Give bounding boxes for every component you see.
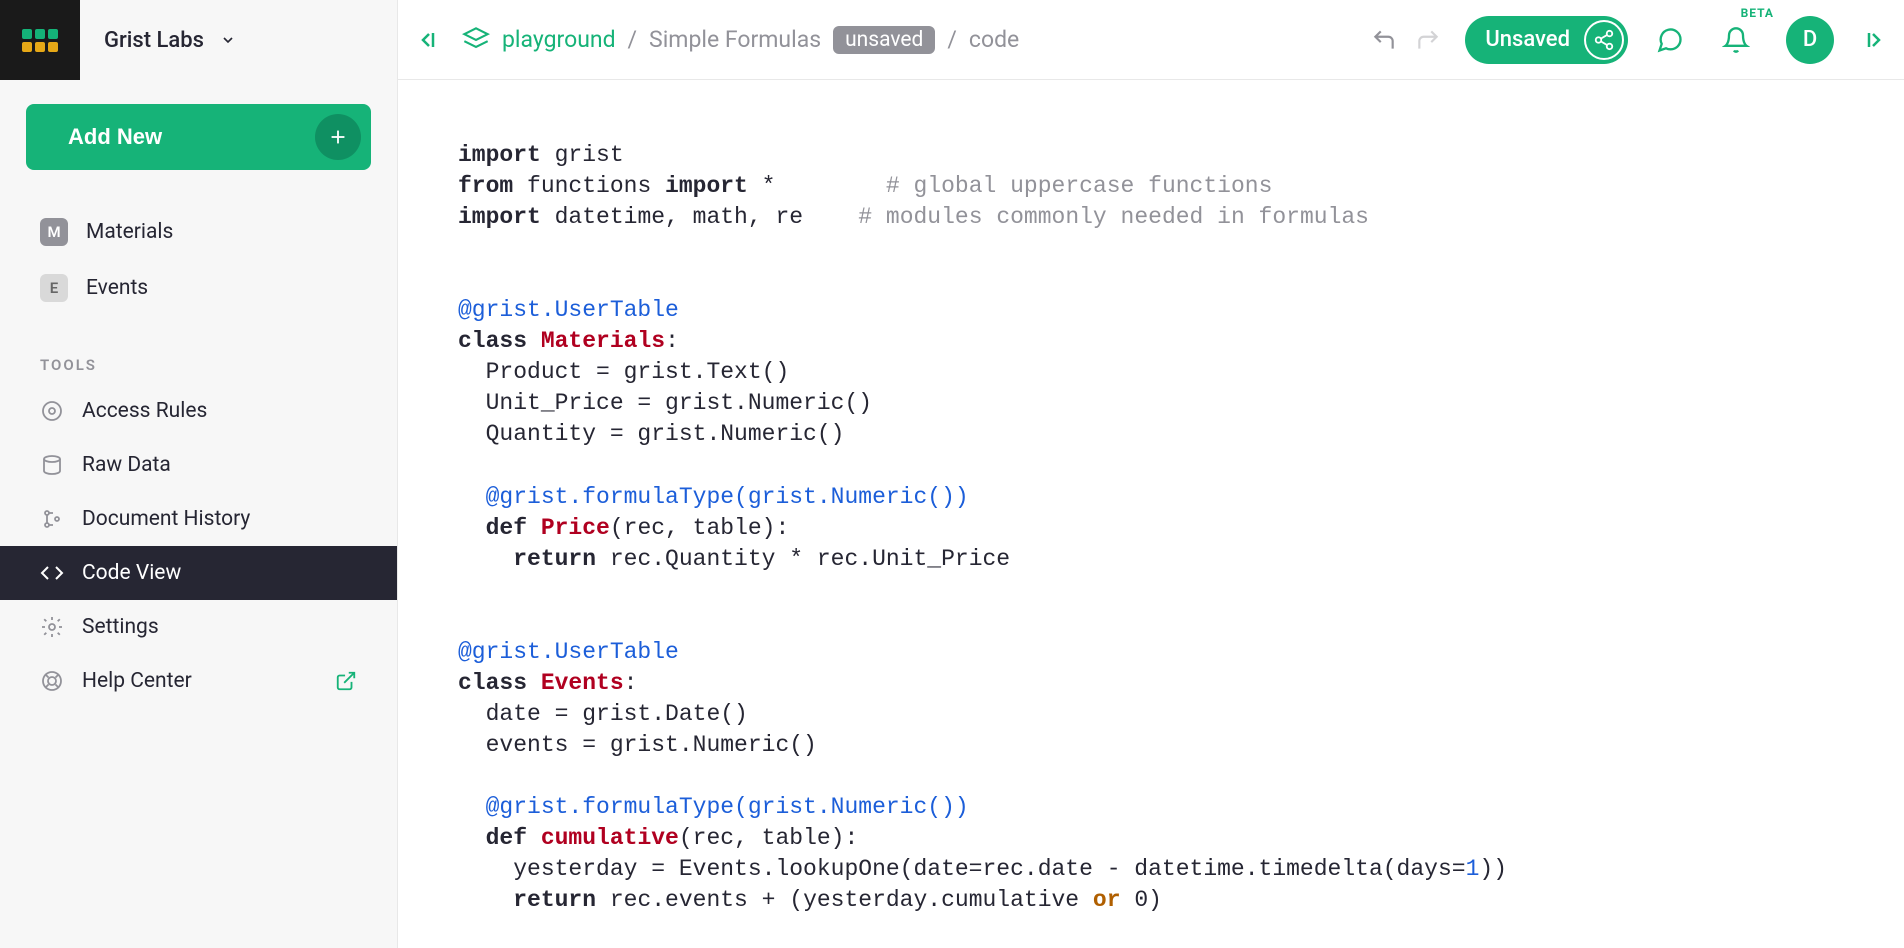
breadcrumb: playground / Simple Formulas unsaved / c… [462, 26, 1347, 54]
tool-raw-data[interactable]: Raw Data [0, 438, 397, 492]
tool-label: Document History [82, 507, 250, 531]
breadcrumb-page: code [969, 26, 1019, 53]
eye-icon [40, 399, 64, 423]
layers-icon [462, 26, 490, 54]
unsaved-share-pill[interactable]: Unsaved [1465, 16, 1628, 64]
tool-label: Help Center [82, 669, 192, 693]
database-icon [40, 453, 64, 477]
sidebar-header: Grist Labs [0, 0, 397, 80]
plus-icon [315, 114, 361, 160]
tool-label: Settings [82, 615, 159, 639]
add-new-button[interactable]: Add New [26, 104, 371, 170]
page-badge: E [40, 274, 68, 302]
tool-code-view[interactable]: Code View [0, 546, 397, 600]
app-logo[interactable] [0, 0, 80, 80]
share-icon [1584, 20, 1624, 60]
tools-header: TOOLS [0, 326, 397, 384]
tool-settings[interactable]: Settings [0, 600, 397, 654]
sidebar-page-materials[interactable]: M Materials [0, 204, 397, 260]
page-label: Materials [86, 220, 173, 244]
code-view-content: import grist from functions import * # g… [398, 80, 1904, 948]
avatar-initial: D [1803, 27, 1817, 52]
bell-icon [1722, 26, 1750, 54]
page-badge: M [40, 218, 68, 246]
breadcrumb-sep: / [947, 26, 957, 53]
breadcrumb-workspace[interactable]: playground [502, 26, 616, 53]
external-link-icon [335, 670, 357, 692]
help-icon [40, 669, 64, 693]
main: playground / Simple Formulas unsaved / c… [398, 0, 1904, 948]
add-new-label: Add New [68, 124, 162, 150]
collapse-left-panel-button[interactable] [412, 25, 442, 55]
beta-badge: BETA [1741, 6, 1774, 20]
user-avatar[interactable]: D [1786, 16, 1834, 64]
code-icon [40, 561, 64, 585]
tool-help-center[interactable]: Help Center [0, 654, 397, 708]
chat-icon [1656, 26, 1684, 54]
tool-label: Raw Data [82, 453, 171, 477]
unsaved-label: Unsaved [1485, 27, 1570, 52]
undo-button[interactable] [1369, 25, 1399, 55]
undo-redo-group [1369, 25, 1443, 55]
sidebar-page-events[interactable]: E Events [0, 260, 397, 316]
topbar: playground / Simple Formulas unsaved / c… [398, 0, 1904, 80]
org-name: Grist Labs [104, 28, 204, 53]
sidebar: Grist Labs Add New M Materials E Events … [0, 0, 398, 948]
pages-nav: M Materials E Events [0, 188, 397, 326]
breadcrumb-doc[interactable]: Simple Formulas [649, 26, 821, 53]
chat-button[interactable] [1646, 16, 1694, 64]
redo-button[interactable] [1413, 25, 1443, 55]
chevron-down-icon [220, 32, 236, 48]
org-selector[interactable]: Grist Labs [80, 28, 397, 53]
breadcrumb-state-badge: unsaved [833, 26, 935, 54]
tool-doc-history[interactable]: Document History [0, 492, 397, 546]
tool-label: Code View [82, 561, 181, 585]
gear-icon [40, 615, 64, 639]
history-icon [40, 507, 64, 531]
tool-label: Access Rules [82, 399, 207, 423]
tool-access-rules[interactable]: Access Rules [0, 384, 397, 438]
notifications-button[interactable]: BETA [1712, 16, 1760, 64]
breadcrumb-sep: / [628, 26, 638, 53]
expand-right-panel-button[interactable] [1860, 25, 1890, 55]
page-label: Events [86, 276, 148, 300]
